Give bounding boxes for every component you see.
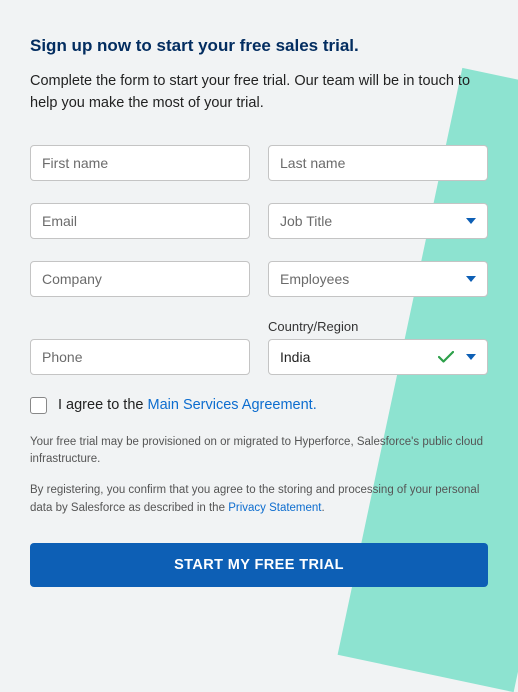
agree-text: I agree to the Main Services Agreement. [58,397,317,413]
hyperforce-note: Your free trial may be provisioned on or… [30,434,488,469]
msa-link[interactable]: Main Services Agreement. [147,397,316,413]
first-name-field[interactable] [30,145,250,181]
agree-checkbox[interactable] [30,397,47,414]
privacy-link[interactable]: Privacy Statement [228,502,321,514]
job-title-select[interactable]: Job Title [268,203,488,239]
form-heading: Sign up now to start your free sales tri… [30,36,488,56]
agree-prefix: I agree to the [58,397,147,413]
country-label: Country/Region [268,319,488,334]
chevron-down-icon [466,276,476,282]
phone-field[interactable] [30,339,250,375]
check-icon [438,351,454,363]
email-field[interactable] [30,203,250,239]
form-subheading: Complete the form to start your free tri… [30,70,488,115]
employees-placeholder: Employees [280,271,349,287]
chevron-down-icon [466,218,476,224]
country-select[interactable]: India [268,339,488,375]
submit-button[interactable]: START MY FREE TRIAL [30,543,488,587]
job-title-placeholder: Job Title [280,213,332,229]
signup-form: Sign up now to start your free sales tri… [0,0,518,617]
privacy-note: By registering, you confirm that you agr… [30,482,488,517]
country-value: India [280,349,310,365]
employees-select[interactable]: Employees [268,261,488,297]
last-name-field[interactable] [268,145,488,181]
chevron-down-icon [466,354,476,360]
company-field[interactable] [30,261,250,297]
privacy-suffix: . [322,502,325,514]
